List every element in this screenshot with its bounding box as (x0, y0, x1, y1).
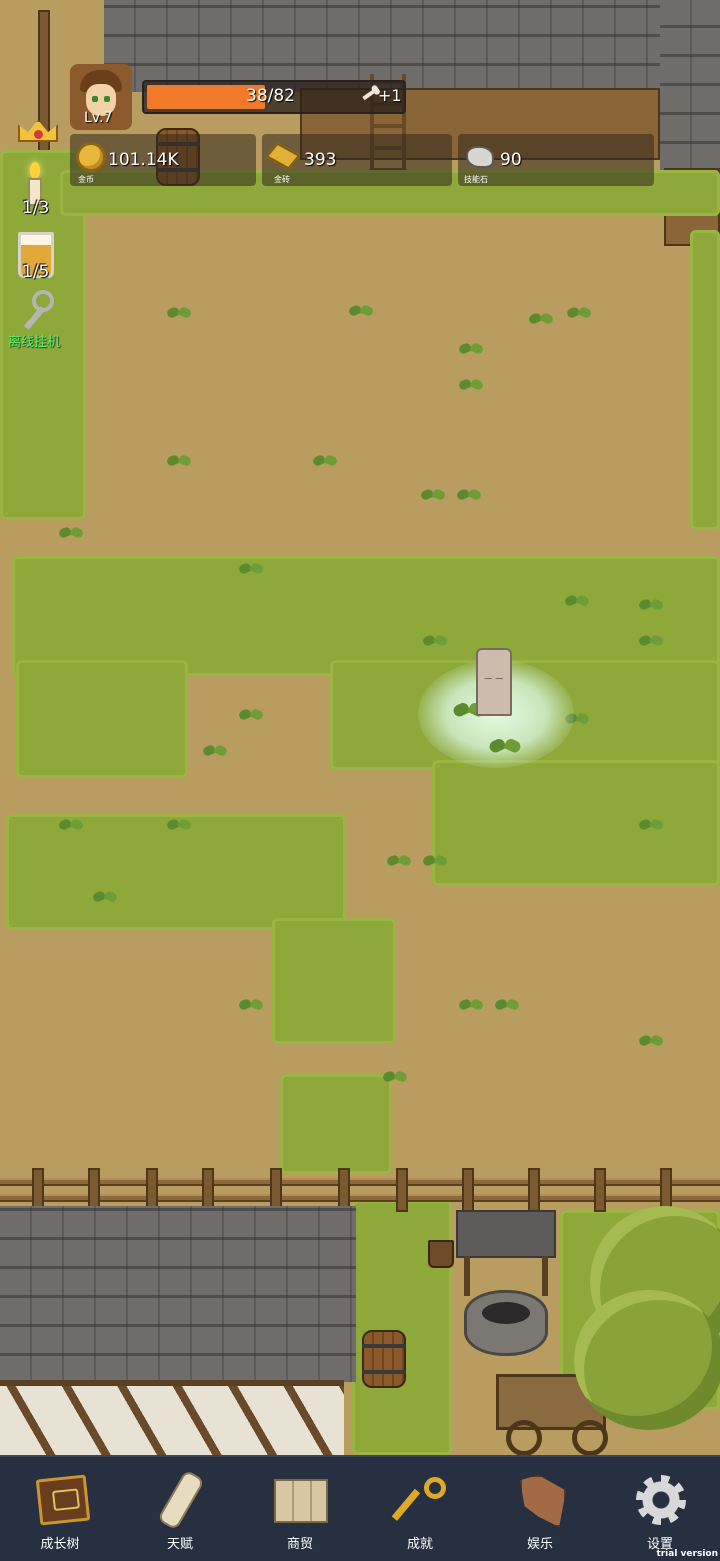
nav-label: 成长树 (40, 1537, 80, 1552)
gold-bar-icon (265, 142, 301, 170)
sprout (458, 340, 484, 362)
stone-well[interactable] (456, 1210, 556, 1360)
sprout (638, 596, 664, 618)
resource-skill-stone[interactable]: 90 技能石 (458, 134, 654, 186)
bottom-house-wall (0, 1380, 344, 1455)
grass-lower-block (272, 918, 396, 1044)
nav-settings[interactable]: 设置 (600, 1457, 720, 1561)
sprout (566, 304, 592, 326)
tree (574, 1290, 720, 1430)
skill-stone-value: 90 (500, 150, 522, 170)
nav-label: 娱乐 (526, 1537, 553, 1552)
nav-entertainment[interactable]: 娱乐 (480, 1457, 600, 1561)
sprout (238, 996, 264, 1018)
gold-bar-label: 金砖 (274, 175, 290, 184)
resource-gold-bar[interactable]: 393 金砖 (262, 134, 452, 186)
sprout (420, 486, 446, 508)
nav-talent[interactable]: 天赋 (120, 1457, 240, 1561)
grass-bottom-path (352, 1200, 452, 1455)
sprout (348, 302, 374, 324)
sprout (166, 304, 192, 326)
gold-coin-label: 金币 (78, 175, 94, 184)
nav-growth-tree[interactable]: 成长树 (0, 1457, 120, 1561)
sprout (92, 888, 118, 910)
nav-label: 天赋 (166, 1537, 193, 1552)
sprout (456, 486, 482, 508)
player-level: Lv.7 (84, 110, 113, 126)
resource-gold-coin[interactable]: 101.14K 金币 (70, 134, 256, 186)
bucket (428, 1240, 454, 1268)
nav-trade[interactable]: 商贸 (240, 1457, 360, 1561)
cart-wheel (572, 1420, 608, 1455)
skill-stone-icon (466, 146, 494, 168)
bottom-nav: 成长树 天赋 商贸 成就 娱乐 设置 trial version (0, 1455, 720, 1561)
settings-gear-icon (636, 1475, 686, 1525)
nav-achievement[interactable]: 成就 (360, 1457, 480, 1561)
sprout (458, 376, 484, 398)
crown-icon[interactable] (14, 108, 62, 148)
sprout (166, 816, 192, 838)
trade-map-icon (274, 1479, 328, 1523)
sprout (422, 632, 448, 654)
entertainment-leaf-icon (520, 1475, 566, 1527)
grass-path (280, 1074, 392, 1174)
growth-tree-book-icon (35, 1474, 91, 1526)
sprout (238, 706, 264, 728)
bottom-house-roof (0, 1206, 356, 1382)
game-scene[interactable]: ㅡ ㅡ (0, 0, 720, 1455)
sprout (202, 742, 228, 764)
gold-bar-value: 393 (304, 150, 337, 170)
sprout (638, 632, 664, 654)
skill-stone-label: 技能石 (464, 175, 488, 184)
sprout (458, 996, 484, 1018)
gold-coin-icon (76, 142, 106, 172)
sprout (528, 310, 554, 332)
grass-right-strip (690, 230, 720, 530)
sprout (238, 560, 264, 582)
sprout (638, 816, 664, 838)
barrel (362, 1330, 406, 1388)
sprout (58, 524, 84, 546)
cup-count: 1/5 (22, 262, 50, 282)
right-house-roof (660, 0, 720, 170)
sprout (312, 452, 338, 474)
sprout (386, 852, 412, 874)
sprout (382, 1068, 408, 1090)
xp-text: 38/82 (246, 86, 295, 106)
trial-watermark: trial version (656, 1549, 718, 1559)
sprout (58, 816, 84, 838)
sprout (488, 735, 522, 764)
sprout (422, 852, 448, 874)
sprout (638, 1032, 664, 1054)
offline-idle-label[interactable]: 离线挂机 (8, 331, 60, 350)
nav-label: 成就 (406, 1537, 433, 1552)
tombstone-spirit[interactable]: ㅡ ㅡ (476, 648, 512, 716)
sprout (494, 996, 520, 1018)
cart-wheel (506, 1420, 542, 1455)
gold-coin-value: 101.14K (108, 150, 179, 170)
candle-count: 1/3 (22, 198, 50, 218)
grass-right-lower (432, 760, 720, 886)
talent-scroll-icon (156, 1469, 206, 1531)
sprout (564, 592, 590, 614)
nav-label: 商贸 (286, 1537, 313, 1552)
achievement-key-icon (391, 1477, 446, 1527)
bone-bonus: +1 (378, 86, 402, 105)
grass-middle-left (16, 660, 188, 778)
wind-up-key-icon[interactable] (23, 290, 60, 336)
grass-middle-band (12, 556, 720, 676)
sprout (166, 452, 192, 474)
